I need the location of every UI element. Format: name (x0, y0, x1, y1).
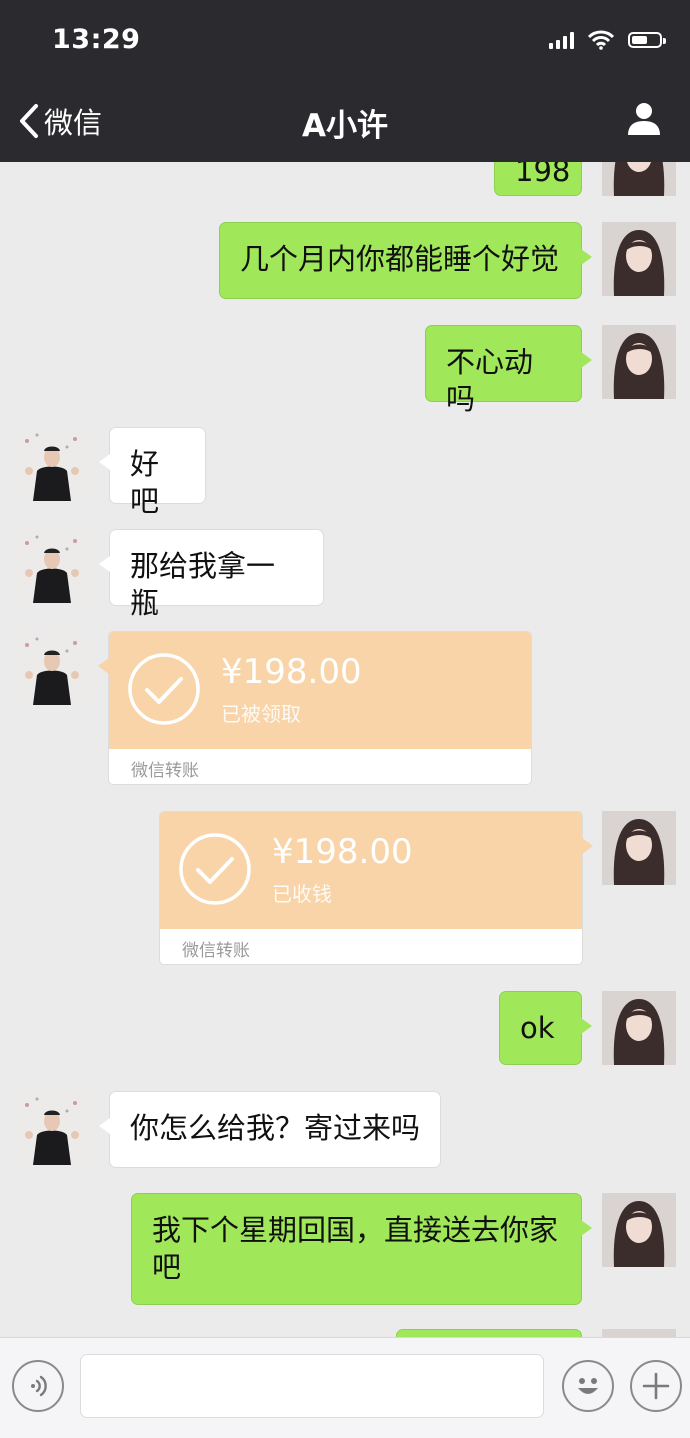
message-bubble[interactable]: 198 (494, 162, 582, 196)
my-avatar[interactable] (602, 162, 676, 196)
transfer-card[interactable]: ¥198.00 已被领取 微信转账 (98, 631, 532, 785)
voice-icon (31, 1375, 47, 1397)
status-icons (549, 30, 666, 50)
chat-area[interactable]: 198 几个月内你都能睡个好觉 不心动吗 好吧 那给我拿一瓶 ¥198.00 已… (0, 162, 690, 1337)
chat-info-button[interactable] (626, 100, 662, 140)
signal-icon (549, 31, 574, 49)
emoji-icon (578, 1378, 598, 1394)
transfer-status: 已被领取 (221, 702, 301, 726)
my-avatar[interactable] (602, 222, 676, 296)
message-bubble[interactable]: ok (499, 991, 592, 1065)
message-bubble[interactable]: 几个月内你都能睡个好觉 (219, 222, 592, 299)
status-time: 13:29 (52, 24, 141, 55)
contact-avatar[interactable] (15, 631, 89, 705)
plus-icon (642, 1372, 670, 1400)
transfer-amount: ¥198.00 (272, 832, 413, 872)
transfer-footer: 微信转账 (131, 761, 199, 781)
my-avatar[interactable] (602, 991, 676, 1065)
emoji-button[interactable] (562, 1360, 614, 1412)
my-avatar[interactable] (602, 1193, 676, 1267)
transfer-status: 已收钱 (272, 882, 332, 906)
check-circle-icon (179, 833, 251, 905)
plus-button[interactable] (630, 1360, 682, 1412)
transfer-amount: ¥198.00 (221, 652, 362, 692)
my-avatar[interactable] (602, 811, 676, 885)
wifi-icon (588, 30, 614, 50)
input-bar (0, 1337, 690, 1438)
person-icon (628, 103, 660, 135)
top-bar: 13:29 微信 A小许 (0, 0, 690, 162)
message-bubble[interactable]: 不心动吗 (425, 325, 592, 416)
message-input[interactable] (80, 1354, 544, 1418)
my-avatar[interactable] (602, 325, 676, 399)
voice-button[interactable] (12, 1360, 64, 1412)
contact-avatar[interactable] (15, 529, 89, 603)
my-avatar[interactable] (602, 1329, 676, 1337)
chat-title: A小许 (302, 108, 388, 144)
message-bubble[interactable] (396, 1329, 582, 1337)
battery-icon (628, 32, 666, 48)
message-bubble[interactable]: 好吧 (99, 427, 206, 518)
contact-avatar[interactable] (15, 1091, 89, 1165)
message-bubble[interactable]: 那给我拿一瓶 (99, 529, 324, 620)
message-bubble[interactable]: 我下个星期回国，直接送去你家吧 (131, 1193, 592, 1305)
transfer-card[interactable]: ¥198.00 已收钱 微信转账 (159, 811, 593, 965)
transfer-footer: 微信转账 (182, 941, 250, 961)
message-bubble[interactable]: 你怎么给我？寄过来吗 (99, 1091, 441, 1168)
check-circle-icon (128, 653, 200, 725)
contact-avatar[interactable] (15, 427, 89, 501)
